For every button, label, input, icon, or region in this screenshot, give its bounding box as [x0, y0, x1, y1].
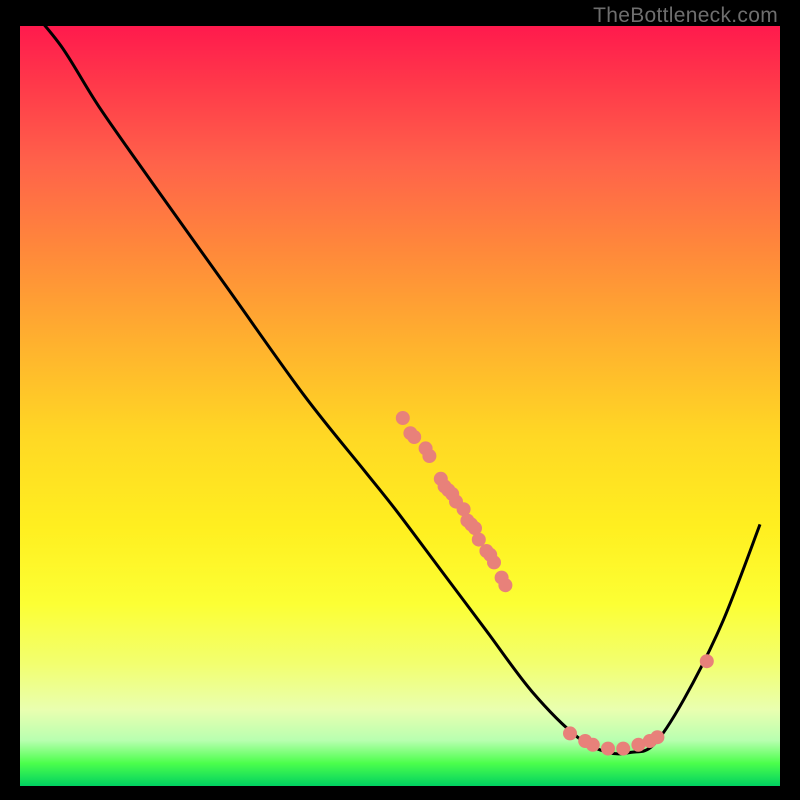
curve-marker: [700, 654, 714, 668]
curve-marker: [396, 411, 410, 425]
bottleneck-curve: [23, 0, 760, 754]
bottleneck-chart: [0, 0, 760, 760]
curve-marker: [650, 730, 664, 744]
curve-marker: [472, 533, 486, 547]
curve-marker: [487, 555, 501, 569]
curve-marker: [563, 726, 577, 740]
curve-marker: [422, 449, 436, 463]
curve-marker: [498, 578, 512, 592]
curve-marker: [586, 738, 600, 752]
watermark-text: TheBottleneck.com: [593, 4, 778, 28]
curve-marker: [616, 742, 630, 756]
curve-markers: [396, 411, 714, 756]
curve-marker: [407, 430, 421, 444]
curve-marker: [601, 742, 615, 756]
